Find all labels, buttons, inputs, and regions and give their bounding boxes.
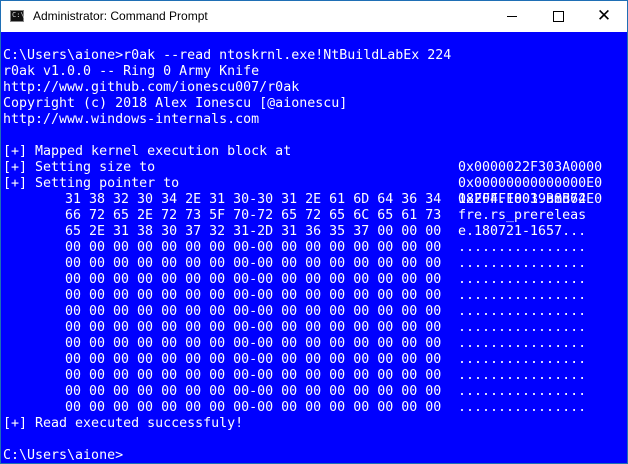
maximize-icon xyxy=(552,11,564,22)
ascii-text: ................ xyxy=(458,272,587,287)
hex-bytes: 00 00 00 00 00 00 00 00-00 00 00 00 00 0… xyxy=(65,256,442,271)
status-label: [+] Mapped kernel execution block at xyxy=(3,144,292,159)
console-line: C:\Users\aione>r0ak --read ntoskrnl.exe!… xyxy=(3,48,452,63)
ascii-text: ................ xyxy=(458,256,587,271)
hex-bytes: 31 38 32 30 34 2E 31 30-30 31 2E 61 6D 6… xyxy=(65,192,442,207)
hex-dump-row: 31 38 32 30 34 2E 31 30-30 31 2E 61 6D 6… xyxy=(3,192,623,208)
ascii-text: ................ xyxy=(458,304,587,319)
close-icon: ✕ xyxy=(596,6,612,26)
window-title: Administrator: Command Prompt xyxy=(33,9,208,23)
hex-dump-row: 00 00 00 00 00 00 00 00-00 00 00 00 00 0… xyxy=(3,272,623,288)
close-button[interactable]: ✕ xyxy=(581,1,627,32)
hex-bytes: 66 72 65 2E 72 73 5F 70-72 65 72 65 6C 6… xyxy=(65,208,442,223)
hex-bytes: 00 00 00 00 00 00 00 00-00 00 00 00 00 0… xyxy=(65,240,442,255)
console-line: http://www.windows-internals.com xyxy=(3,112,260,127)
title-bar[interactable]: C:\ Administrator: Command Prompt ✕ xyxy=(1,1,627,32)
ascii-text: ................ xyxy=(458,288,587,303)
status-line: [+] Mapped kernel execution block at 0x00… xyxy=(3,144,623,175)
maximize-button[interactable] xyxy=(535,1,581,32)
console-line: Copyright (c) 2018 Alex Ionescu [@aiones… xyxy=(3,96,348,111)
status-label: [+] Setting pointer to xyxy=(3,176,180,191)
hex-bytes: 00 00 00 00 00 00 00 00-00 00 00 00 00 0… xyxy=(65,304,442,319)
hex-bytes: 00 00 00 00 00 00 00 00-00 00 00 00 00 0… xyxy=(65,368,442,383)
ascii-text: 18204.1001.amd64 xyxy=(458,192,587,207)
status-line: [+] Setting size to 0x00000000000000E0 xyxy=(3,160,623,191)
hex-bytes: 00 00 00 00 00 00 00 00-00 00 00 00 00 0… xyxy=(65,272,442,287)
hex-dump-row: 00 00 00 00 00 00 00 00-00 00 00 00 00 0… xyxy=(3,352,623,368)
hex-bytes: 00 00 00 00 00 00 00 00-00 00 00 00 00 0… xyxy=(65,352,442,367)
status-label: [+] Setting size to xyxy=(3,160,156,175)
hex-bytes: 00 00 00 00 00 00 00 00-00 00 00 00 00 0… xyxy=(65,400,442,415)
status-line: [+] Setting pointer to 0xFFFFF8039B8B72E0 xyxy=(3,176,623,207)
console-line: r0ak v1.0.0 -- Ring 0 Army Knife xyxy=(3,64,260,79)
result-line: [+] Read executed successfuly! xyxy=(3,416,244,431)
console-output[interactable]: C:\Users\aione>r0ak --read ntoskrnl.exe!… xyxy=(3,48,623,463)
hex-dump-row: 00 00 00 00 00 00 00 00-00 00 00 00 00 0… xyxy=(3,336,623,352)
console-line: http://www.github.com/ionescu007/r0ak xyxy=(3,80,300,95)
ascii-text: ................ xyxy=(458,352,587,367)
ascii-text: fre.rs_prereleas xyxy=(458,208,587,223)
hex-dump-row: 00 00 00 00 00 00 00 00-00 00 00 00 00 0… xyxy=(3,400,623,416)
hex-bytes: 00 00 00 00 00 00 00 00-00 00 00 00 00 0… xyxy=(65,336,442,351)
ascii-text: ................ xyxy=(458,368,587,383)
hex-dump-row: 00 00 00 00 00 00 00 00-00 00 00 00 00 0… xyxy=(3,256,623,272)
ascii-text: ................ xyxy=(458,400,587,415)
hex-dump-row: 00 00 00 00 00 00 00 00-00 00 00 00 00 0… xyxy=(3,288,623,304)
hex-dump-row: 66 72 65 2E 72 73 5F 70-72 65 72 65 6C 6… xyxy=(3,208,623,224)
minimize-icon xyxy=(507,16,517,17)
cmd-icon: C:\ xyxy=(10,10,25,22)
ascii-text: ................ xyxy=(458,384,587,399)
hex-dump-row: 00 00 00 00 00 00 00 00-00 00 00 00 00 0… xyxy=(3,368,623,384)
ascii-text: ................ xyxy=(458,336,587,351)
hex-dump-row: 00 00 00 00 00 00 00 00-00 00 00 00 00 0… xyxy=(3,320,623,336)
minimize-button[interactable] xyxy=(489,1,535,32)
hex-dump-row: 65 2E 31 38 30 37 32 31-2D 31 36 35 37 0… xyxy=(3,224,623,240)
hex-dump-row: 00 00 00 00 00 00 00 00-00 00 00 00 00 0… xyxy=(3,384,623,400)
hex-bytes: 00 00 00 00 00 00 00 00-00 00 00 00 00 0… xyxy=(65,384,442,399)
ascii-text: ................ xyxy=(458,320,587,335)
ascii-text: ................ xyxy=(458,240,587,255)
hex-dump-row: 00 00 00 00 00 00 00 00-00 00 00 00 00 0… xyxy=(3,304,623,320)
hex-bytes: 00 00 00 00 00 00 00 00-00 00 00 00 00 0… xyxy=(65,288,442,303)
ascii-text: e.180721-1657... xyxy=(458,224,587,239)
command-prompt-window: C:\ Administrator: Command Prompt ✕ C:\U… xyxy=(0,0,628,464)
hex-dump-row: 00 00 00 00 00 00 00 00-00 00 00 00 00 0… xyxy=(3,240,623,256)
command-prompt: C:\Users\aione> xyxy=(3,448,124,463)
hex-bytes: 00 00 00 00 00 00 00 00-00 00 00 00 00 0… xyxy=(65,320,442,335)
hex-bytes: 65 2E 31 38 30 37 32 31-2D 31 36 35 37 0… xyxy=(65,224,442,239)
